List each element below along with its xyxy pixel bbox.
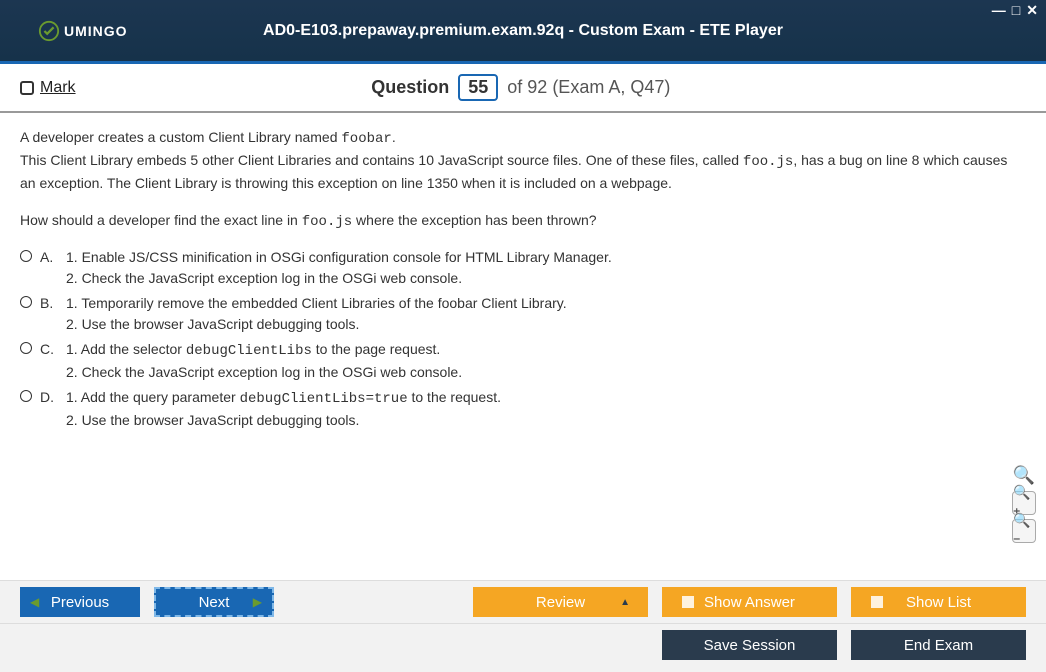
mark-toggle[interactable]: Mark <box>20 79 76 97</box>
question-of-text: of 92 (Exam A, Q47) <box>507 77 670 97</box>
review-button[interactable]: Review ▲ <box>473 587 648 617</box>
show-answer-button[interactable]: Show Answer <box>662 587 837 617</box>
footer: ◀ Previous Next ▶ Review ▲ Show Answer S… <box>0 580 1046 672</box>
zoom-controls: 🔍 🔍⁺ 🔍⁻ <box>1012 463 1036 543</box>
radio-icon[interactable] <box>20 342 32 354</box>
option-a[interactable]: A. 1. Enable JS/CSS minification in OSGi… <box>20 247 1026 289</box>
next-button[interactable]: Next ▶ <box>154 587 274 617</box>
titlebar: UMINGO AD0-E103.prepaway.premium.exam.92… <box>0 0 1046 64</box>
zoom-out-button[interactable]: 🔍⁻ <box>1012 519 1036 543</box>
save-session-button[interactable]: Save Session <box>662 630 837 660</box>
question-content: A developer creates a custom Client Libr… <box>0 113 1046 553</box>
checkbox-icon <box>682 596 694 608</box>
radio-icon[interactable] <box>20 390 32 402</box>
maximize-icon[interactable]: □ <box>1012 2 1020 19</box>
question-para2: This Client Library embeds 5 other Clien… <box>20 150 1026 194</box>
question-para1: A developer creates a custom Client Libr… <box>20 127 1026 150</box>
footer-row-2: Save Session End Exam <box>0 623 1046 672</box>
radio-icon[interactable] <box>20 250 32 262</box>
checkbox-icon <box>871 596 883 608</box>
question-para3: How should a developer find the exact li… <box>20 210 1026 233</box>
logo-check-icon <box>38 20 60 42</box>
radio-icon[interactable] <box>20 296 32 308</box>
mark-checkbox[interactable] <box>20 81 34 95</box>
footer-row-1: ◀ Previous Next ▶ Review ▲ Show Answer S… <box>0 580 1046 623</box>
close-icon[interactable]: ✕ <box>1026 2 1038 19</box>
mark-label: Mark <box>40 79 76 97</box>
question-indicator: Question 55 of 92 (Exam A, Q47) <box>76 74 966 101</box>
app-name: UMINGO <box>64 23 128 39</box>
question-word: Question <box>371 77 449 97</box>
previous-button[interactable]: ◀ Previous <box>20 587 140 617</box>
option-b[interactable]: B. 1. Temporarily remove the embedded Cl… <box>20 293 1026 335</box>
option-d[interactable]: D. 1. Add the query parameter debugClien… <box>20 387 1026 431</box>
question-number: 55 <box>458 74 498 101</box>
window-title: AD0-E103.prepaway.premium.exam.92q - Cus… <box>263 22 783 40</box>
subheader: Mark Question 55 of 92 (Exam A, Q47) <box>0 64 1046 113</box>
minimize-icon[interactable]: — <box>992 2 1006 19</box>
window-controls: — □ ✕ <box>992 2 1038 19</box>
chevron-up-icon: ▲ <box>620 597 630 608</box>
options-list: A. 1. Enable JS/CSS minification in OSGi… <box>20 247 1026 431</box>
option-c[interactable]: C. 1. Add the selector debugClientLibs t… <box>20 339 1026 383</box>
app-logo: UMINGO <box>38 20 128 42</box>
show-list-button[interactable]: Show List <box>851 587 1026 617</box>
end-exam-button[interactable]: End Exam <box>851 630 1026 660</box>
